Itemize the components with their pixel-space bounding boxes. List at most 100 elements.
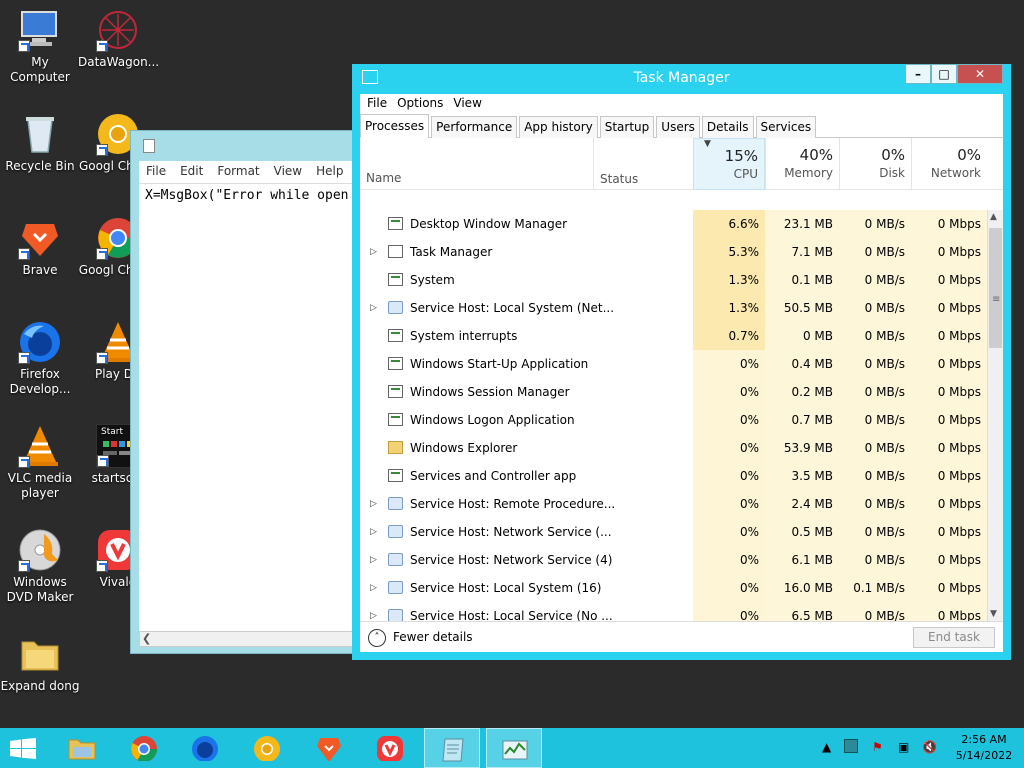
desktop-icon-recycle-bin[interactable]: Recycle Bin <box>0 112 80 174</box>
notepad-menu-file[interactable]: File <box>139 161 173 181</box>
desktop-icon-label: Recycle Bin <box>5 159 75 173</box>
process-memory: 23.1 MB <box>765 210 839 238</box>
tab-details[interactable]: Details <box>701 116 754 138</box>
tab-services[interactable]: Services <box>755 116 817 138</box>
process-network: 0 Mbps <box>911 378 987 406</box>
column-header-disk[interactable]: 0% Disk <box>839 138 911 190</box>
taskbar-vivaldi[interactable] <box>362 728 418 768</box>
desktop-icon-brave[interactable]: Brave <box>0 216 80 278</box>
notepad-editor[interactable]: X=MsgBox("Error while open <box>139 183 369 631</box>
process-row[interactable]: ▷ Service Host: Remote Procedure... 0% 2.4 … <box>360 490 987 518</box>
process-cpu: 0% <box>693 574 765 602</box>
process-row[interactable]: ▷ Service Host: Local System (Net... 1.3% 5… <box>360 294 987 322</box>
process-row[interactable]: System interrupts 0.7% 0 MB 0 MB/s 0 Mbps <box>360 322 987 350</box>
process-row[interactable]: ▷ Service Host: Network Service (4) 0% 6.1 … <box>360 546 987 574</box>
process-list-scrollbar[interactable]: ▲ ≡ ▼ <box>987 210 1003 621</box>
process-row[interactable]: Windows Session Manager 0% 0.2 MB 0 MB/s 0 M… <box>360 378 987 406</box>
menu-view[interactable]: View <box>448 94 486 112</box>
column-header-network[interactable]: 0% Network <box>911 138 987 190</box>
desktop-icon-dvd-maker[interactable]: Windows DVD Maker <box>0 528 80 605</box>
desktop-icon-expand-dong[interactable]: Expand dong <box>0 632 80 694</box>
start-button[interactable] <box>0 728 48 768</box>
network-icon[interactable]: ▣ <box>898 740 909 754</box>
scroll-left-icon[interactable]: ❮ <box>142 632 151 645</box>
taskbar-file-explorer[interactable] <box>54 728 110 768</box>
process-disk: 0 MB/s <box>839 462 911 490</box>
process-icon <box>388 413 403 426</box>
process-row[interactable]: Windows Logon Application 0% 0.7 MB 0 MB/s 0… <box>360 406 987 434</box>
process-row[interactable]: ▷ Service Host: Local System (16) 0% 16.0 M… <box>360 574 987 602</box>
process-row[interactable]: System 1.3% 0.1 MB 0 MB/s 0 Mbps <box>360 266 987 294</box>
menu-file[interactable]: File <box>362 94 392 112</box>
tab-startup[interactable]: Startup <box>599 116 655 138</box>
process-name: Service Host: Network Service (4) <box>410 553 613 567</box>
expand-chevron-icon[interactable]: ▷ <box>370 602 377 621</box>
taskbar-chrome-canary[interactable] <box>239 728 295 768</box>
desktop-icon-my-computer[interactable]: My Computer <box>0 8 80 85</box>
disk-label: Disk <box>879 166 905 180</box>
process-row[interactable]: ▷ Task Manager 5.3% 7.1 MB 0 MB/s 0 Mbps <box>360 238 987 266</box>
flag-warning-icon[interactable]: ⚑ <box>872 740 883 754</box>
column-header-status-cell[interactable]: Status <box>593 138 693 190</box>
taskbar-chrome[interactable] <box>116 728 172 768</box>
notepad-menu-view[interactable]: View <box>267 161 309 181</box>
desktop-icon-vlc[interactable]: VLC media player <box>0 424 80 501</box>
taskbar-firefox-dev[interactable] <box>177 728 233 768</box>
tab-app-history[interactable]: App history <box>519 116 598 138</box>
tab-processes[interactable]: Processes <box>360 114 430 138</box>
tab-users[interactable]: Users <box>656 116 700 138</box>
column-header-name[interactable]: Name <box>366 171 401 185</box>
notepad-menu-edit[interactable]: Edit <box>173 161 210 181</box>
notepad-horizontal-scrollbar[interactable]: ❮ <box>139 631 369 647</box>
shortcut-arrow-icon <box>18 456 30 468</box>
scroll-up-icon[interactable]: ▲ <box>990 212 997 222</box>
scrollbar-thumb[interactable]: ≡ <box>989 228 1002 348</box>
column-header-memory[interactable]: 40% Memory <box>765 138 839 190</box>
taskbar-brave[interactable] <box>301 728 357 768</box>
end-task-button[interactable]: End task <box>913 627 995 648</box>
notepad-window[interactable]: File Edit Format View Help X=MsgBox("Error w… <box>130 130 370 654</box>
maximize-button[interactable]: □ <box>931 64 957 84</box>
process-icon <box>388 581 403 594</box>
close-button[interactable]: ✕ <box>957 64 1003 84</box>
process-row[interactable]: Windows Explorer 0% 53.9 MB 0 MB/s 0 Mbps <box>360 434 987 462</box>
taskbar-clock[interactable]: 2:56 AM 5/14/2022 <box>952 732 1016 764</box>
desktop-icon-firefox-dev[interactable]: Firefox Develop... <box>0 320 80 397</box>
process-row[interactable]: Windows Start-Up Application 0% 0.4 MB 0 MB… <box>360 350 987 378</box>
notepad-titlebar[interactable] <box>131 131 369 159</box>
process-disk: 0 MB/s <box>839 602 911 621</box>
expand-chevron-icon[interactable]: ▷ <box>370 490 377 518</box>
taskbar-notepad[interactable] <box>424 728 480 768</box>
volume-muted-icon[interactable]: 🔇 <box>922 740 937 754</box>
menu-options[interactable]: Options <box>392 94 448 112</box>
scroll-down-icon[interactable]: ▼ <box>990 609 997 619</box>
column-header-cpu[interactable]: ▼ 15% CPU <box>693 138 765 190</box>
expand-chevron-icon[interactable]: ▷ <box>370 518 377 546</box>
expand-chevron-icon[interactable]: ▷ <box>370 546 377 574</box>
process-row[interactable]: Desktop Window Manager 6.6% 23.1 MB 0 MB/s 0… <box>360 210 987 238</box>
action-center-icon[interactable] <box>844 739 858 753</box>
process-disk: 0 MB/s <box>839 350 911 378</box>
expand-chevron-icon[interactable]: ▷ <box>370 574 377 602</box>
process-row[interactable]: ▷ Service Host: Network Service (... 0% 0.5… <box>360 518 987 546</box>
desktop-icon-datawagon[interactable]: DataWagon... <box>78 8 159 70</box>
clock-date: 5/14/2022 <box>955 749 1013 762</box>
minimize-button[interactable]: – <box>905 64 931 84</box>
process-row[interactable]: Services and Controller app 0% 3.5 MB 0 MB/… <box>360 462 987 490</box>
process-memory: 0.4 MB <box>765 350 839 378</box>
show-hidden-icons-icon[interactable]: ▲ <box>822 740 831 754</box>
expand-chevron-icon[interactable]: ▷ <box>370 294 377 322</box>
task-manager-window[interactable]: Task Manager – □ ✕ File Options View Proce… <box>352 64 1011 660</box>
taskbar-task-manager[interactable] <box>486 728 542 768</box>
notepad-menu-help[interactable]: Help <box>309 161 350 181</box>
fewer-details-link[interactable]: Fewer details <box>393 630 473 644</box>
process-row[interactable]: ▷ Service Host: Local Service (No ... 0% 6.… <box>360 602 987 621</box>
notepad-menu-format[interactable]: Format <box>210 161 266 181</box>
process-icon <box>388 497 403 510</box>
tab-performance[interactable]: Performance <box>431 116 518 138</box>
expand-chevron-icon[interactable]: ▷ <box>370 238 377 266</box>
process-disk: 0 MB/s <box>839 378 911 406</box>
chevron-up-icon[interactable]: ˄ <box>368 629 386 647</box>
process-disk: 0 MB/s <box>839 490 911 518</box>
shortcut-arrow-icon <box>96 40 108 52</box>
